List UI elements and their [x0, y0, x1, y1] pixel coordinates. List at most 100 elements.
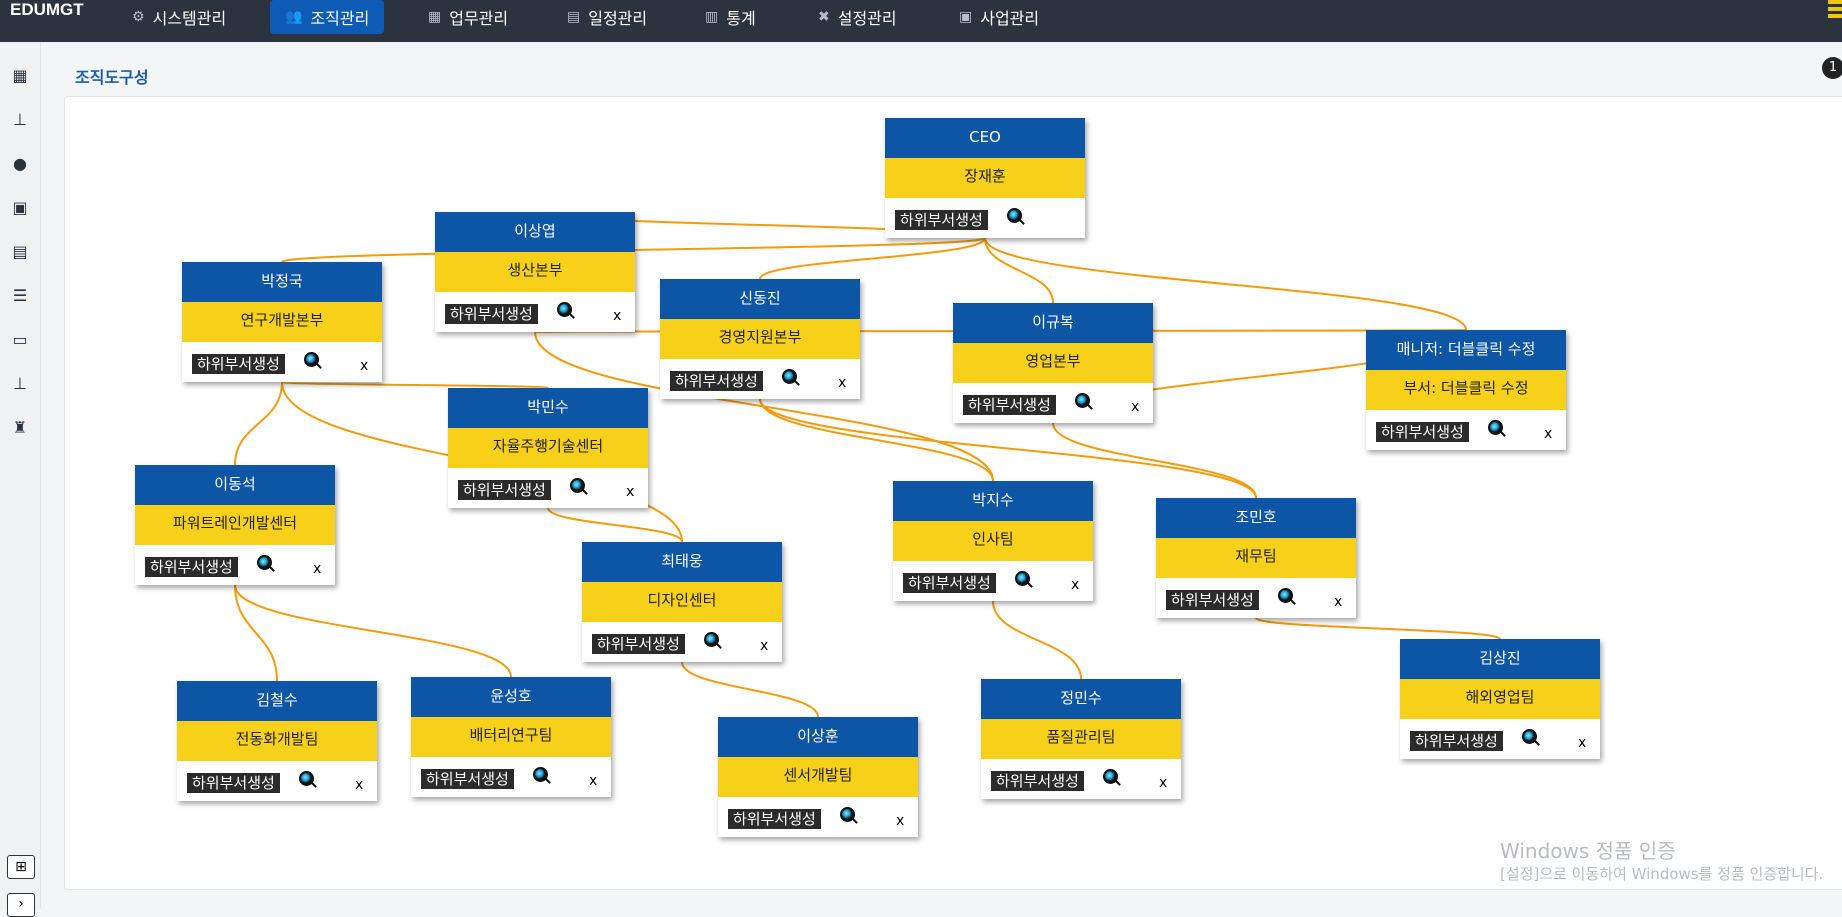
node-manager[interactable]: 매니저: 더블클릭 수정: [1366, 330, 1566, 370]
org-node-finance[interactable]: 조민호 재무팀 하위부서생성 x: [1156, 498, 1356, 618]
magnifier-icon[interactable]: [304, 352, 319, 367]
add-subdepartment-button[interactable]: 하위부서생성: [963, 395, 1056, 415]
node-department[interactable]: 재무팀: [1156, 538, 1356, 578]
org-node-autonomous[interactable]: 박민수 자율주행기술센터 하위부서생성 x: [448, 388, 648, 508]
delete-node-button[interactable]: x: [589, 773, 597, 789]
magnifier-icon[interactable]: [840, 807, 855, 822]
magnifier-icon[interactable]: [1488, 420, 1503, 435]
node-department[interactable]: 디자인센터: [582, 582, 782, 622]
node-manager[interactable]: 박정국: [182, 262, 382, 302]
add-subdepartment-button[interactable]: 하위부서생성: [728, 809, 821, 829]
node-manager[interactable]: 윤성호: [411, 677, 611, 717]
node-department[interactable]: 자율주행기술센터: [448, 428, 648, 468]
delete-node-button[interactable]: x: [1334, 594, 1342, 610]
magnifier-icon[interactable]: [533, 767, 548, 782]
node-manager[interactable]: 이상훈: [718, 717, 918, 757]
delete-node-button[interactable]: x: [1159, 775, 1167, 791]
delete-node-button[interactable]: x: [613, 308, 621, 324]
magnifier-icon[interactable]: [570, 478, 585, 493]
org-node-overseas-sales[interactable]: 김상진 해외영업팀 하위부서생성 x: [1400, 639, 1600, 759]
add-subdepartment-button[interactable]: 하위부서생성: [187, 773, 280, 793]
delete-node-button[interactable]: x: [896, 813, 904, 829]
magnifier-icon[interactable]: [257, 555, 272, 570]
node-manager[interactable]: 김상진: [1400, 639, 1600, 679]
org-node-design[interactable]: 최태웅 디자인센터 하위부서생성 x: [582, 542, 782, 662]
add-subdepartment-button[interactable]: 하위부서생성: [991, 771, 1084, 791]
add-subdepartment-button[interactable]: 하위부서생성: [895, 210, 988, 230]
node-manager[interactable]: 이규복: [953, 303, 1153, 343]
node-manager[interactable]: 박지수: [893, 481, 1093, 521]
org-node-new[interactable]: 매니저: 더블클릭 수정 부서: 더블클릭 수정 하위부서생성 x: [1366, 330, 1566, 450]
org-node-sensor[interactable]: 이상훈 센서개발팀 하위부서생성 x: [718, 717, 918, 837]
node-department[interactable]: 전동화개발팀: [177, 721, 377, 761]
delete-node-button[interactable]: x: [838, 375, 846, 391]
magnifier-icon[interactable]: [1015, 571, 1030, 586]
org-node-management[interactable]: 신동진 경영지원본부 하위부서생성 x: [660, 279, 860, 399]
node-department[interactable]: 품질관리팀: [981, 719, 1181, 759]
magnifier-icon[interactable]: [557, 302, 572, 317]
delete-node-button[interactable]: x: [355, 777, 363, 793]
node-department[interactable]: 연구개발본부: [182, 302, 382, 342]
add-subdepartment-button[interactable]: 하위부서생성: [1410, 731, 1503, 751]
delete-node-button[interactable]: x: [360, 358, 368, 374]
node-department[interactable]: 영업본부: [953, 343, 1153, 383]
add-subdepartment-button[interactable]: 하위부서생성: [445, 304, 538, 324]
magnifier-icon[interactable]: [1007, 208, 1022, 223]
magnifier-icon[interactable]: [299, 771, 314, 786]
magnifier-icon[interactable]: [1103, 769, 1118, 784]
magnifier-icon[interactable]: [1278, 588, 1293, 603]
node-department[interactable]: 생산본부: [435, 252, 635, 292]
delete-node-button[interactable]: x: [1131, 399, 1139, 415]
node-manager[interactable]: 정민수: [981, 679, 1181, 719]
magnifier-icon[interactable]: [782, 369, 797, 384]
node-department[interactable]: 해외영업팀: [1400, 679, 1600, 719]
node-manager[interactable]: 박민수: [448, 388, 648, 428]
node-department[interactable]: 경영지원본부: [660, 319, 860, 359]
org-node-production[interactable]: 이상엽 생산본부 하위부서생성 x: [435, 212, 635, 332]
add-subdepartment-button[interactable]: 하위부서생성: [421, 769, 514, 789]
node-department[interactable]: 센서개발팀: [718, 757, 918, 797]
node-manager[interactable]: 이상엽: [435, 212, 635, 252]
org-node-sales[interactable]: 이규복 영업본부 하위부서생성 x: [953, 303, 1153, 423]
add-subdepartment-button[interactable]: 하위부서생성: [192, 354, 285, 374]
delete-node-button[interactable]: x: [1071, 577, 1079, 593]
windows-activation-hint: [설정]으로 이동하여 Windows를 정품 인증합니다.: [1500, 865, 1824, 883]
add-subdepartment-button[interactable]: 하위부서생성: [1376, 422, 1469, 442]
node-manager[interactable]: 김철수: [177, 681, 377, 721]
node-manager[interactable]: 신동진: [660, 279, 860, 319]
magnifier-icon[interactable]: [1075, 393, 1090, 408]
node-manager[interactable]: 최태웅: [582, 542, 782, 582]
node-manager[interactable]: 조민호: [1156, 498, 1356, 538]
node-department[interactable]: 장재훈: [885, 158, 1085, 198]
node-department[interactable]: 인사팀: [893, 521, 1093, 561]
org-node-battery[interactable]: 윤성호 배터리연구팀 하위부서생성 x: [411, 677, 611, 797]
org-node-quality[interactable]: 정민수 품질관리팀 하위부서생성 x: [981, 679, 1181, 799]
org-node-electrification[interactable]: 김철수 전동화개발팀 하위부서생성 x: [177, 681, 377, 801]
node-manager[interactable]: CEO: [885, 118, 1085, 158]
magnifier-icon[interactable]: [1522, 729, 1537, 744]
org-node-ceo[interactable]: CEO 장재훈 하위부서생성: [885, 118, 1085, 238]
add-subdepartment-button[interactable]: 하위부서생성: [670, 371, 763, 391]
delete-node-button[interactable]: x: [1578, 735, 1586, 751]
node-manager[interactable]: 이동석: [135, 465, 335, 505]
add-subdepartment-button[interactable]: 하위부서생성: [1166, 590, 1259, 610]
node-department[interactable]: 파워트레인개발센터: [135, 505, 335, 545]
delete-node-button[interactable]: x: [760, 638, 768, 654]
add-subdepartment-button[interactable]: 하위부서생성: [903, 573, 996, 593]
delete-node-button[interactable]: x: [1544, 426, 1552, 442]
org-link-power-elec: [234, 584, 278, 682]
add-subdepartment-button[interactable]: 하위부서생성: [592, 634, 685, 654]
org-link-design-sensor: [681, 661, 819, 718]
org-node-rnd[interactable]: 박정국 연구개발본부 하위부서생성 x: [182, 262, 382, 382]
org-link-ceo-mgmt: [759, 237, 986, 280]
org-node-powertrain[interactable]: 이동석 파워트레인개발센터 하위부서생성 x: [135, 465, 335, 585]
node-department[interactable]: 배터리연구팀: [411, 717, 611, 757]
org-node-hr[interactable]: 박지수 인사팀 하위부서생성 x: [893, 481, 1093, 601]
node-department[interactable]: 부서: 더블클릭 수정: [1366, 370, 1566, 410]
add-subdepartment-button[interactable]: 하위부서생성: [458, 480, 551, 500]
delete-node-button[interactable]: x: [626, 484, 634, 500]
add-subdepartment-button[interactable]: 하위부서생성: [145, 557, 238, 577]
magnifier-icon[interactable]: [704, 632, 719, 647]
delete-node-button[interactable]: x: [313, 561, 321, 577]
org-link-power-batt: [234, 584, 512, 678]
